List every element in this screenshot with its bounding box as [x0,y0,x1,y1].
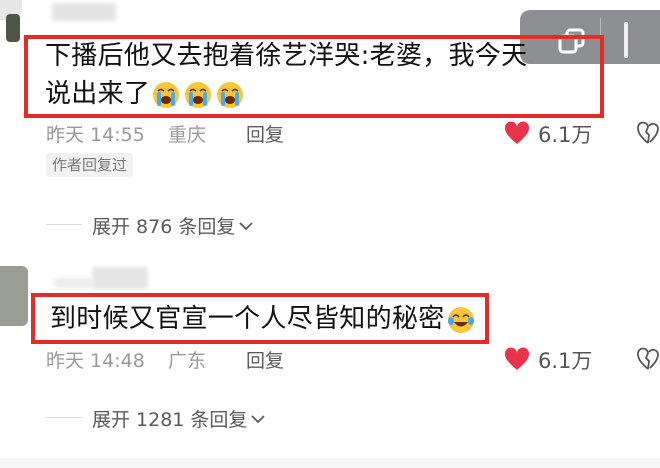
divider [46,417,82,418]
reply-button[interactable]: 回复 [246,120,284,147]
bottom-edge [0,458,660,468]
highlight-box [31,293,489,344]
username-blurred[interactable] [54,278,92,288]
expand-replies-button[interactable]: 展开 1281 条回复 [92,405,266,432]
expand-replies-button[interactable]: 展开 876 条回复 [92,212,253,239]
username-blurred[interactable] [52,3,116,21]
reply-button[interactable]: 回复 [246,346,284,373]
comment-time: 昨天 14:48 [46,350,145,372]
chevron-down-icon [251,414,266,423]
comment-time: 昨天 14:55 [46,124,145,146]
username-blurred[interactable] [92,267,148,289]
close-bar[interactable] [624,22,628,58]
comment-location: 重庆 [168,124,207,146]
like-count: 6.1万 [538,349,593,373]
broken-heart-icon[interactable] [636,121,660,145]
highlight-box [24,35,604,118]
author-replied-tag: 作者回复过 [46,153,134,177]
heart-icon[interactable] [504,347,530,371]
comment-location: 广东 [168,350,207,372]
avatar[interactable] [0,266,28,326]
divider [46,224,82,225]
broken-heart-icon[interactable] [636,347,660,371]
like-count: 6.1万 [538,123,593,147]
chevron-down-icon [239,221,253,230]
avatar-figure [6,14,20,42]
heart-icon[interactable] [504,121,530,145]
